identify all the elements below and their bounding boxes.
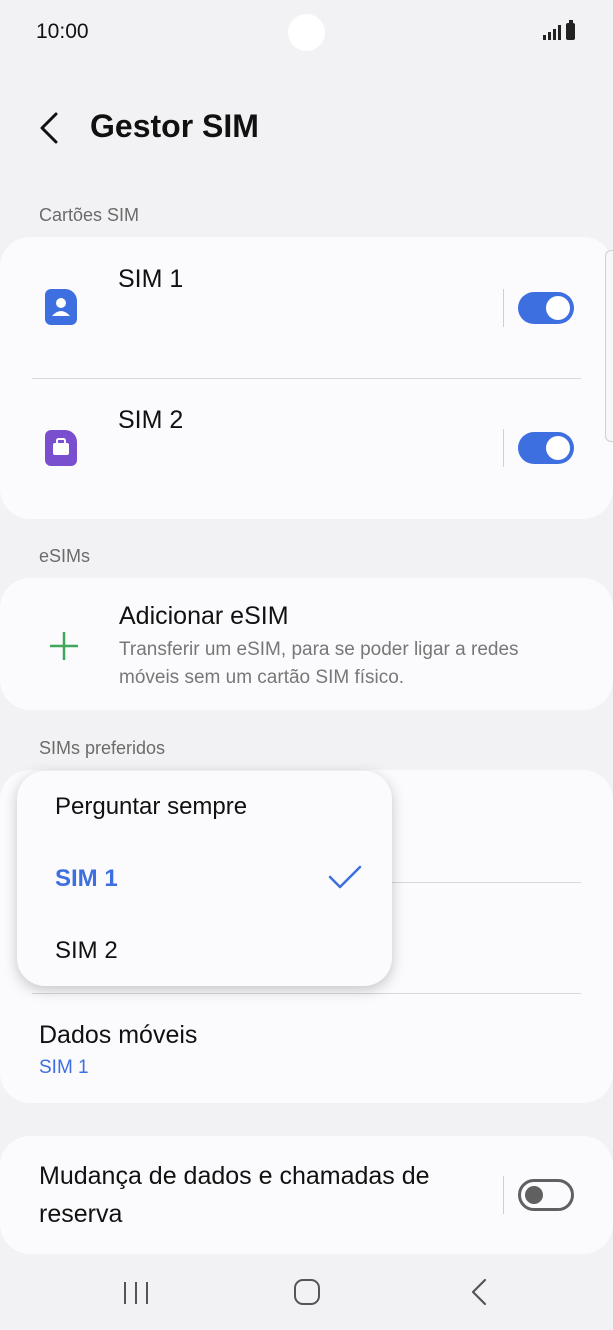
back-nav-button[interactable]	[464, 1275, 496, 1309]
sim-1-name: SIM 1	[118, 265, 184, 293]
mobile-data-title: Dados móveis	[39, 1021, 198, 1049]
camera-cutout	[288, 14, 325, 51]
divider	[503, 289, 504, 327]
option-label: SIM 1	[55, 865, 118, 892]
battery-icon	[566, 20, 575, 40]
option-sim-2[interactable]: SIM 2	[17, 915, 392, 986]
signal-icon	[543, 25, 561, 40]
mobile-data-value: SIM 1	[39, 1057, 89, 1078]
divider	[503, 1176, 504, 1214]
divider	[503, 429, 504, 467]
sim-select-dropdown: Perguntar sempre SIM 1 SIM 2	[17, 771, 392, 986]
back-button[interactable]	[30, 108, 70, 148]
navigation-bar	[0, 1262, 613, 1330]
status-time: 10:00	[36, 20, 89, 43]
recent-apps-icon	[124, 1282, 148, 1304]
sim-2-row[interactable]: SIM 2	[0, 379, 613, 519]
backup-data-calls-row[interactable]: Mudança de dados e chamadas de reserva	[0, 1136, 613, 1254]
scrollbar[interactable]	[605, 250, 613, 442]
page-title: Gestor SIM	[90, 108, 259, 144]
mobile-data-row[interactable]: Dados móveis SIM 1	[0, 994, 613, 1103]
sim-1-toggle[interactable]	[518, 292, 574, 324]
back-icon	[471, 1278, 487, 1306]
section-label-preferred-sims: SIMs preferidos	[39, 738, 166, 758]
sim-2-toggle[interactable]	[518, 432, 574, 464]
briefcase-sim-icon	[45, 430, 77, 466]
add-esim-description-line-1: Transferir um eSIM, para se poder ligar …	[119, 639, 519, 660]
add-esim-row[interactable]: Adicionar eSIM Transferir um eSIM, para …	[0, 578, 613, 710]
backup-title-line-1: Mudança de dados e chamadas de	[39, 1162, 430, 1190]
backup-title-line-2: reserva	[39, 1200, 123, 1228]
recent-apps-button[interactable]	[118, 1276, 154, 1308]
checkmark-icon	[327, 863, 363, 893]
add-esim-title: Adicionar eSIM	[119, 602, 289, 630]
option-sim-1[interactable]: SIM 1	[17, 843, 392, 915]
backup-toggle[interactable]	[518, 1179, 574, 1211]
sim-cards-card: SIM 1 SIM 2	[0, 237, 613, 519]
plus-icon	[48, 630, 80, 662]
divider	[390, 882, 581, 883]
person-sim-icon	[45, 289, 77, 325]
status-icons	[543, 20, 575, 40]
home-icon	[294, 1279, 320, 1305]
option-label: Perguntar sempre	[55, 793, 248, 820]
section-label-esims: eSIMs	[39, 546, 91, 566]
sim-1-row[interactable]: SIM 1	[0, 237, 613, 377]
option-perguntar-sempre[interactable]: Perguntar sempre	[17, 771, 392, 843]
chevron-left-icon	[40, 112, 58, 144]
add-esim-description-line-2: móveis sem um cartão SIM físico.	[119, 667, 405, 688]
sim-2-name: SIM 2	[118, 406, 184, 434]
home-button[interactable]	[290, 1275, 324, 1309]
option-label: SIM 2	[55, 937, 118, 964]
section-label-sim-cards: Cartões SIM	[39, 205, 140, 225]
